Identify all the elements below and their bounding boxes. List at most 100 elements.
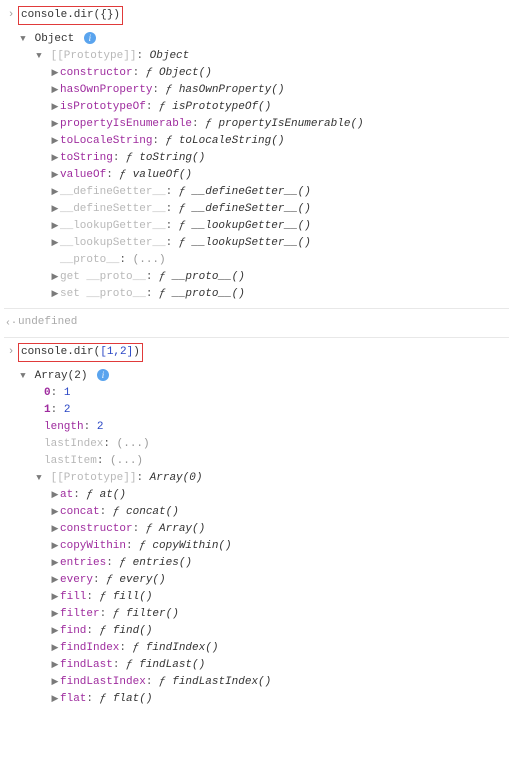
property-name: concat — [60, 506, 100, 518]
property-name: __defineGetter__ — [60, 186, 166, 198]
property-row[interactable]: ▶isPrototypeOf: ƒ isPrototypeOf() — [50, 99, 364, 116]
chevron-right-icon[interactable]: ▶ — [50, 521, 60, 538]
chevron-right-icon[interactable]: ▶ — [50, 218, 60, 235]
chevron-right-icon[interactable]: ▶ — [50, 487, 60, 504]
chevron-right-icon[interactable]: ▶ — [50, 269, 60, 286]
chevron-right-icon[interactable]: ▶ — [50, 167, 60, 184]
property-name: flat — [60, 693, 86, 705]
property-row[interactable]: ▶findLastIndex: ƒ findLastIndex() — [50, 674, 271, 691]
property-row[interactable]: ▶every: ƒ every() — [50, 572, 271, 589]
property-row[interactable]: ▶fill: ƒ fill() — [50, 589, 271, 606]
chevron-right-icon[interactable]: ▶ — [50, 504, 60, 521]
property-value: find() — [113, 625, 153, 637]
property-row[interactable]: ▶toLocaleString: ƒ toLocaleString() — [50, 133, 364, 150]
input-command[interactable]: console.dir({}) — [18, 6, 123, 25]
property-row[interactable]: ▶copyWithin: ƒ copyWithin() — [50, 538, 271, 555]
chevron-right-icon[interactable]: ▶ — [50, 589, 60, 606]
property-row[interactable]: ▶find: ƒ find() — [50, 623, 271, 640]
chevron-right-icon[interactable]: ▶ — [50, 201, 60, 218]
property-row[interactable]: __proto__: (...) — [50, 252, 364, 269]
property-row[interactable]: ▶__lookupGetter__: ƒ __lookupGetter__() — [50, 218, 364, 235]
function-marker: ƒ — [205, 118, 218, 130]
chevron-right-icon[interactable]: ▶ — [50, 286, 60, 303]
property-row[interactable]: ▶entries: ƒ entries() — [50, 555, 271, 572]
property-name: isPrototypeOf — [60, 101, 146, 113]
chevron-right-icon[interactable]: ▶ — [50, 184, 60, 201]
property-row[interactable]: 1: 2 — [34, 402, 271, 419]
colon: : — [133, 67, 146, 79]
chevron-right-icon[interactable]: ▶ — [50, 572, 60, 589]
cmd-prefix: console.dir( — [21, 346, 100, 358]
property-row[interactable]: ▶hasOwnProperty: ƒ hasOwnProperty() — [50, 82, 364, 99]
property-value: hasOwnProperty() — [179, 84, 285, 96]
property-row[interactable]: ▶at: ƒ at() — [50, 487, 271, 504]
chevron-right-icon[interactable]: ▶ — [50, 555, 60, 572]
colon: : — [126, 540, 139, 552]
property-row[interactable]: ▶flat: ƒ flat() — [50, 691, 271, 708]
property-row[interactable]: ▶concat: ƒ concat() — [50, 504, 271, 521]
property-row[interactable]: ▶__defineSetter__: ƒ __defineSetter__() — [50, 201, 364, 218]
colon: : — [106, 557, 119, 569]
object-header[interactable]: Object — [35, 33, 75, 45]
property-row[interactable]: ▶__defineGetter__: ƒ __defineGetter__() — [50, 184, 364, 201]
chevron-right-icon[interactable]: ▶ — [50, 99, 60, 116]
chevron-right-icon[interactable]: ▶ — [50, 538, 60, 555]
property-row[interactable]: ▶findIndex: ƒ findIndex() — [50, 640, 271, 657]
property-value: copyWithin() — [152, 540, 231, 552]
colon: : — [146, 288, 159, 300]
array-header[interactable]: Array(2) — [35, 370, 88, 382]
property-name: __defineSetter__ — [60, 203, 166, 215]
property-row[interactable]: length: 2 — [34, 419, 271, 436]
chevron-right-icon[interactable]: ▶ — [50, 82, 60, 99]
function-marker: ƒ — [146, 523, 159, 535]
chevron-right-icon[interactable]: ▶ — [50, 65, 60, 82]
chevron-right-icon[interactable]: ▶ — [50, 674, 60, 691]
property-row[interactable]: ▶__lookupSetter__: ƒ __lookupSetter__() — [50, 235, 364, 252]
property-row[interactable]: ▶propertyIsEnumerable: ƒ propertyIsEnume… — [50, 116, 364, 133]
cmd-suffix: ) — [133, 346, 140, 358]
prototype-value[interactable]: Object — [150, 50, 190, 62]
info-icon[interactable]: i — [97, 369, 109, 381]
property-row[interactable]: ▶constructor: ƒ Array() — [50, 521, 271, 538]
chevron-right-icon[interactable]: ▶ — [50, 150, 60, 167]
property-row[interactable]: lastItem: (...) — [34, 453, 271, 470]
colon: : — [152, 84, 165, 96]
spacer — [4, 31, 18, 32]
function-marker: ƒ — [126, 152, 139, 164]
function-marker: ƒ — [86, 489, 99, 501]
property-value: __defineSetter__() — [192, 203, 311, 215]
chevron-right-icon[interactable]: ▶ — [50, 623, 60, 640]
property-value: (...) — [110, 455, 143, 467]
chevron-right-icon[interactable]: ▶ — [50, 116, 60, 133]
property-row[interactable]: lastIndex: (...) — [34, 436, 271, 453]
function-marker: ƒ — [119, 169, 132, 181]
input-command[interactable]: console.dir([1,2]) — [18, 343, 143, 362]
property-row[interactable]: ▶filter: ƒ filter() — [50, 606, 271, 623]
chevron-down-icon[interactable]: ▼ — [34, 470, 44, 487]
output-icon: ‹· — [4, 314, 18, 332]
info-icon[interactable]: i — [84, 32, 96, 44]
property-row[interactable]: ▶valueOf: ƒ valueOf() — [50, 167, 364, 184]
prototype-label[interactable]: [[Prototype]] — [51, 472, 137, 484]
property-row[interactable]: 0: 1 — [34, 385, 271, 402]
chevron-down-icon[interactable]: ▼ — [34, 48, 44, 65]
property-name: entries — [60, 557, 106, 569]
chevron-down-icon[interactable]: ▼ — [18, 368, 28, 385]
property-row[interactable]: ▶get __proto__: ƒ __proto__() — [50, 269, 364, 286]
function-marker: ƒ — [179, 203, 192, 215]
chevron-right-icon[interactable]: ▶ — [50, 133, 60, 150]
chevron-down-icon[interactable]: ▼ — [18, 31, 28, 48]
property-row[interactable]: ▶toString: ƒ toString() — [50, 150, 364, 167]
prototype-label[interactable]: [[Prototype]] — [51, 50, 137, 62]
chevron-right-icon[interactable]: ▶ — [50, 657, 60, 674]
chevron-right-icon[interactable]: ▶ — [50, 606, 60, 623]
property-row[interactable]: ▶constructor: ƒ Object() — [50, 65, 364, 82]
chevron-right-icon[interactable]: ▶ — [50, 235, 60, 252]
property-row[interactable]: ▶findLast: ƒ findLast() — [50, 657, 271, 674]
property-name: __lookupGetter__ — [60, 220, 166, 232]
property-row[interactable]: ▶set __proto__: ƒ __proto__() — [50, 286, 364, 303]
prototype-value[interactable]: Array(0) — [150, 472, 203, 484]
cmd-args: [1,2] — [100, 346, 133, 358]
chevron-right-icon[interactable]: ▶ — [50, 691, 60, 708]
chevron-right-icon[interactable]: ▶ — [50, 640, 60, 657]
